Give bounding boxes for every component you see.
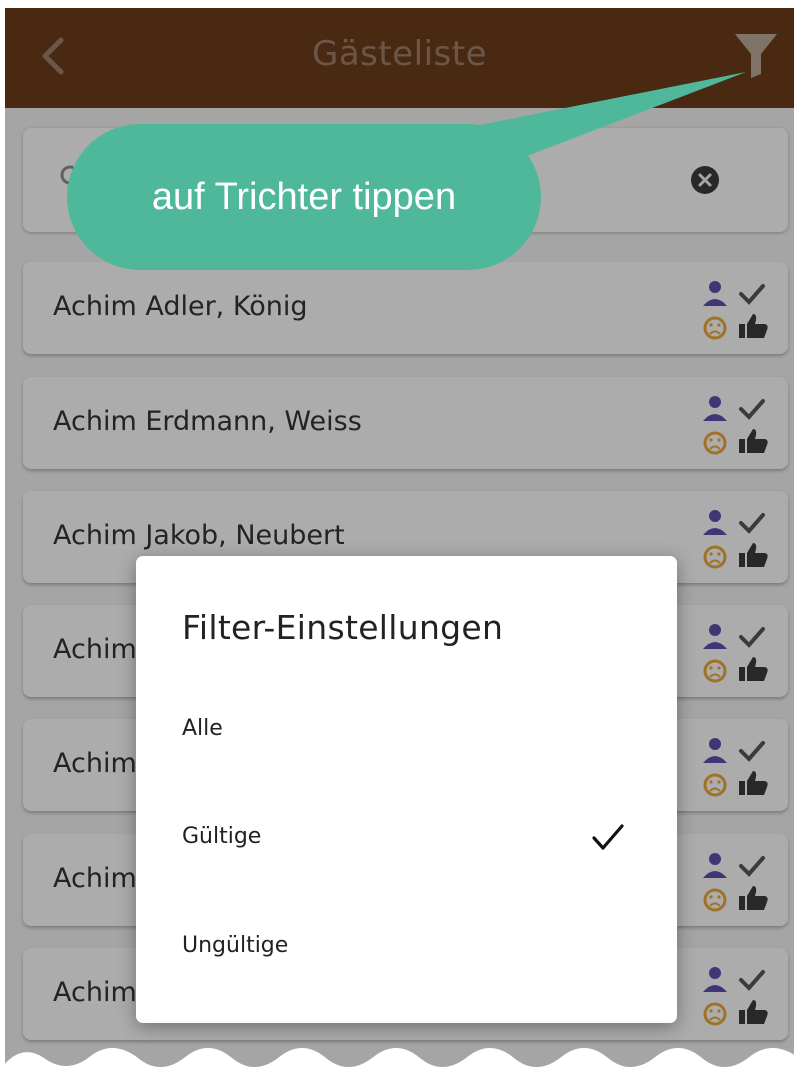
filter-option-valid[interactable]: Gültige bbox=[136, 800, 677, 880]
torn-edge-decoration bbox=[0, 1048, 799, 1082]
guest-list-screen: Gästeliste Achim Adler, König Achim Erdm… bbox=[5, 8, 794, 1082]
tooltip-text: auf Trichter tippen bbox=[151, 176, 457, 218]
filter-option-all[interactable]: Alle bbox=[136, 692, 677, 772]
filter-dialog: Filter-Einstellungen Alle Gültige Ungült… bbox=[136, 556, 677, 1023]
check-icon bbox=[592, 824, 624, 850]
filter-option-label: Gültige bbox=[182, 824, 262, 849]
filter-option-label: Ungültige bbox=[182, 933, 289, 958]
filter-option-label: Alle bbox=[182, 716, 223, 741]
filter-option-invalid[interactable]: Ungültige bbox=[136, 909, 677, 989]
dialog-title: Filter-Einstellungen bbox=[182, 608, 504, 647]
